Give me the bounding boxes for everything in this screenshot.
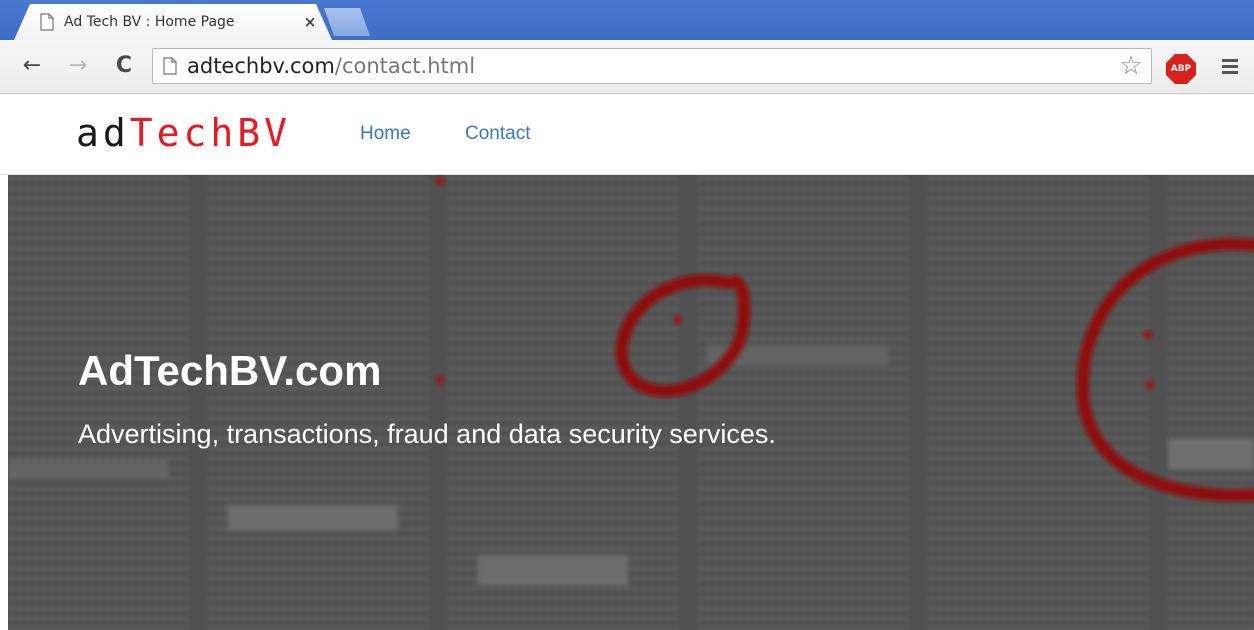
nav-link-home[interactable]: Home <box>360 123 411 145</box>
back-icon[interactable]: ← <box>18 52 46 80</box>
browser-toolbar: ← → C adtechbv.com/contact.html ☆ <box>0 40 1254 94</box>
forward-icon[interactable]: → <box>64 52 92 80</box>
hero-subtitle: Advertising, transactions, fraud and dat… <box>78 419 776 449</box>
url-text[interactable]: adtechbv.com/contact.html <box>187 54 475 78</box>
browser-tab-active[interactable]: Ad Tech BV : Home Page × <box>14 4 332 40</box>
hero-banner: AdTechBV.com Advertising, transactions, … <box>8 175 1254 630</box>
tab-title: Ad Tech BV : Home Page <box>64 14 235 30</box>
close-icon[interactable]: × <box>300 12 320 32</box>
url-host: adtechbv.com <box>187 54 335 78</box>
url-path: /contact.html <box>334 54 476 78</box>
site-navbar: adTechBV Home Contact <box>0 95 1254 175</box>
hero-background-image <box>8 175 1254 630</box>
hero-title: AdTechBV.com <box>78 347 382 394</box>
page-icon <box>163 57 177 75</box>
menu-icon[interactable] <box>1218 56 1242 80</box>
reload-icon[interactable]: C <box>110 52 138 80</box>
star-icon[interactable]: ☆ <box>1117 52 1145 80</box>
logo-part-1: ad <box>76 111 130 155</box>
new-tab-button[interactable] <box>324 8 370 36</box>
address-bar[interactable]: adtechbv.com/contact.html ☆ <box>152 48 1152 84</box>
site-logo[interactable]: adTechBV <box>76 111 291 155</box>
page-icon <box>40 13 54 31</box>
logo-part-2: TechBV <box>129 111 292 155</box>
browser-tabstrip: Ad Tech BV : Home Page × <box>0 0 1254 40</box>
adblock-icon[interactable]: ABP <box>1166 54 1196 84</box>
nav-link-contact[interactable]: Contact <box>465 123 530 145</box>
